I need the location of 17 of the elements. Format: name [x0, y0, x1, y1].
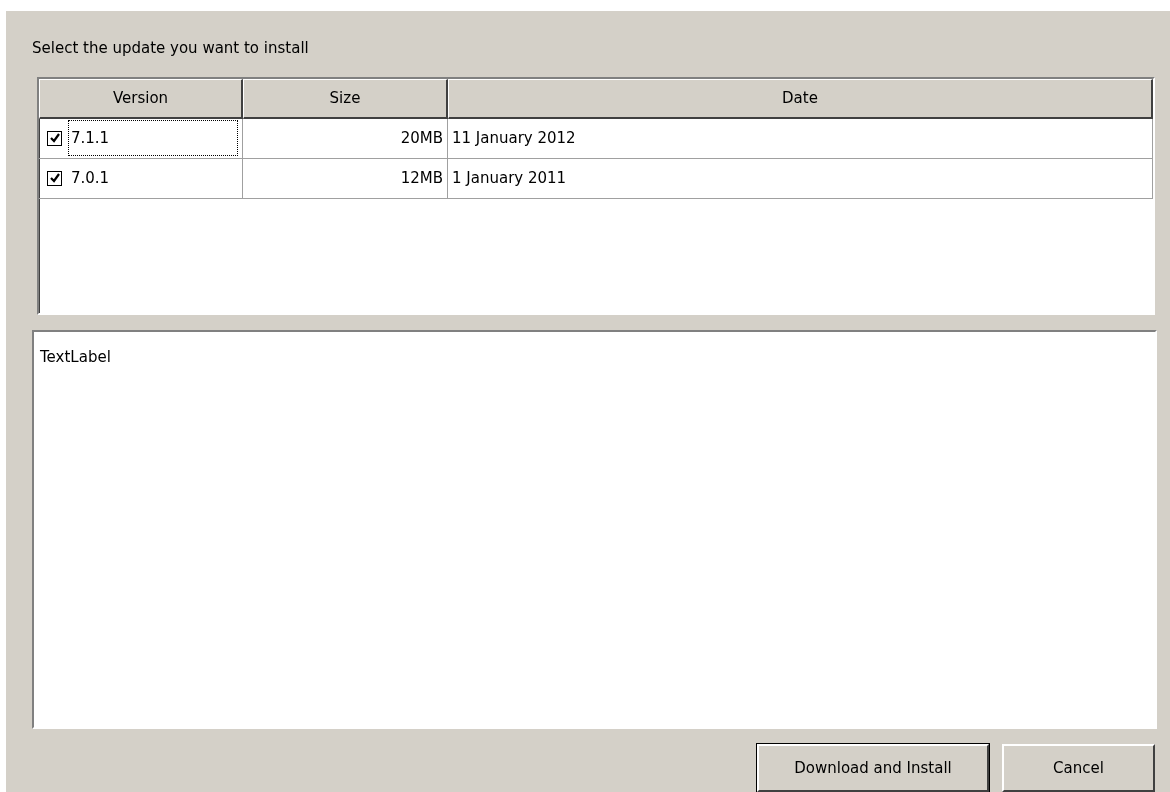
column-header[interactable]: Date [448, 78, 1153, 119]
column-header[interactable]: Version [39, 78, 243, 119]
details-text: TextLabel [40, 347, 111, 366]
checkbox[interactable] [47, 130, 62, 146]
column-header[interactable]: Size [243, 78, 448, 119]
table-cell: 7.1.1 [68, 120, 238, 157]
table-cell: 1 January 2011 [452, 169, 567, 188]
checkbox[interactable] [47, 170, 62, 186]
check-icon [48, 132, 61, 145]
table-cell-text: 7.0.1 [70, 168, 111, 190]
dialog-button[interactable]: Download and Install [757, 744, 989, 792]
table-cell: 11 January 2012 [452, 129, 576, 148]
table-cell: 20MB [400, 129, 443, 148]
check-icon [48, 172, 61, 185]
table-cell: 12MB [400, 169, 443, 188]
instruction-text: Select the update you want to install [32, 39, 310, 59]
dialog-button[interactable]: Cancel [1002, 744, 1155, 792]
